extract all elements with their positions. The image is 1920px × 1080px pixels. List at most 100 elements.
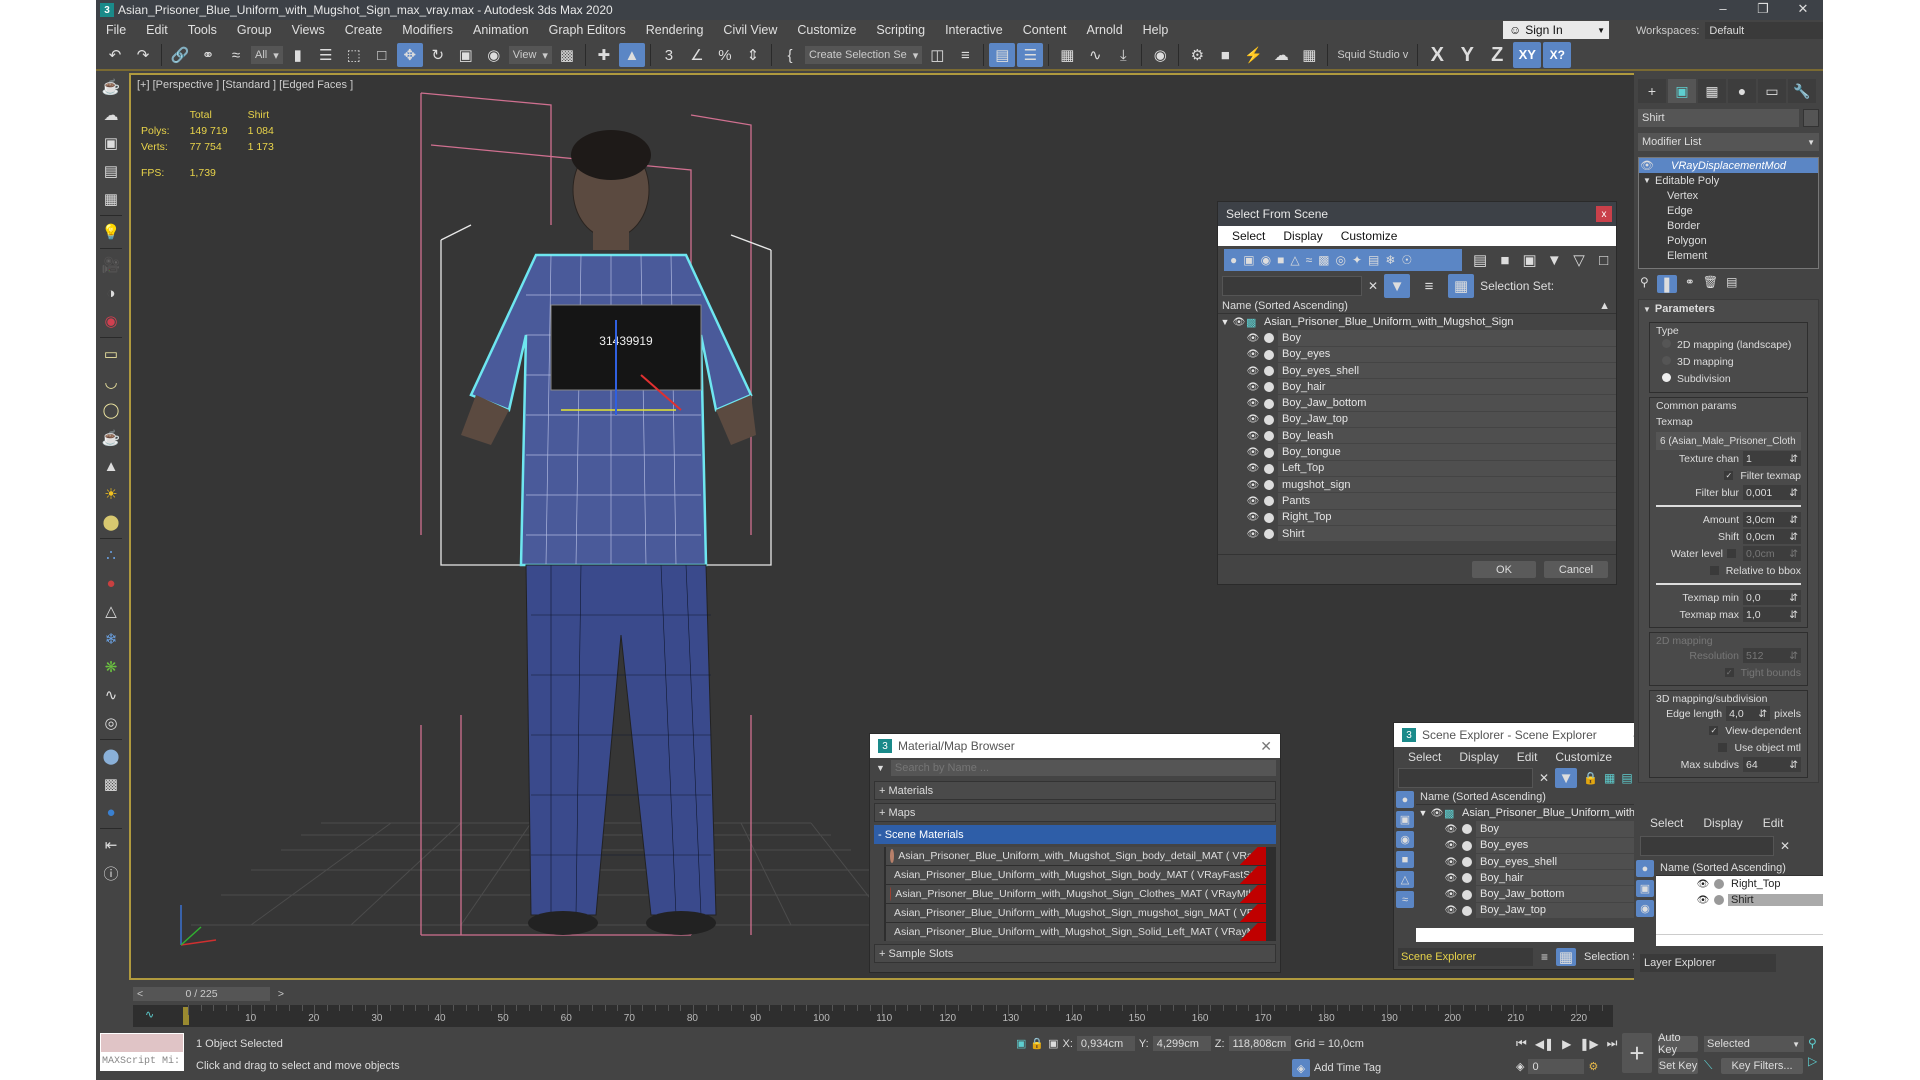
metaball-icon[interactable]: ● [96, 569, 126, 597]
light-lister-icon[interactable]: 💡 [96, 218, 126, 246]
menu-group[interactable]: Group [227, 23, 282, 37]
go-to-end-icon[interactable]: ⏭ [1607, 1036, 1618, 1051]
angle-snap-icon[interactable]: ∠ [684, 43, 710, 67]
menu-customize[interactable]: Customize [1341, 229, 1398, 243]
visibility-dot-icon[interactable] [1264, 447, 1274, 458]
dome-icon[interactable]: ◡ [96, 368, 126, 396]
search-options-icon[interactable]: ▼ [876, 763, 885, 773]
eye-icon[interactable]: 👁 [1246, 496, 1260, 507]
visibility-dot-icon[interactable] [1264, 398, 1274, 409]
scene-explorer-find-input[interactable] [1398, 768, 1533, 788]
display-invert-icon[interactable]: ▣ [1517, 248, 1542, 272]
workspaces-dropdown[interactable]: Default ▼ [1705, 22, 1823, 39]
menu-graph-editors[interactable]: Graph Editors [539, 23, 636, 37]
display-tab-icon[interactable]: ▭ [1758, 79, 1786, 103]
minimize-button[interactable]: – [1703, 0, 1743, 20]
percent-snap-icon[interactable]: % [712, 43, 738, 67]
select-from-scene-titlebar[interactable]: Select From Scene x [1218, 202, 1616, 226]
expand-icon[interactable]: ▼ [1639, 176, 1655, 185]
dome-light-icon[interactable]: ◑ [96, 279, 126, 307]
time-config-icon[interactable]: ◈ [1516, 1060, 1524, 1073]
layer-explorer-dropdown[interactable]: Layer Explorer [1640, 954, 1776, 972]
hidden-filter-icon[interactable]: ☉ [1401, 253, 1412, 267]
shapes-filter-icon[interactable]: ▣ [1636, 880, 1654, 897]
hierarchy-collapse-icon[interactable]: ▤ [1621, 771, 1632, 785]
configure-modifier-sets-icon[interactable]: ▤ [1726, 275, 1737, 293]
spacewarps-filter-icon[interactable]: ≈ [1396, 891, 1414, 908]
sphere-light-icon[interactable]: ⬤ [96, 508, 126, 536]
menu-select[interactable]: Select [1650, 816, 1683, 830]
eye-icon[interactable]: 👁 [1232, 317, 1246, 328]
tree-item[interactable]: 👁 Right_Top [1218, 509, 1616, 526]
menu-display[interactable]: Display [1703, 816, 1742, 830]
eye-icon[interactable]: 👁 [1639, 159, 1655, 172]
eye-icon[interactable]: 👁 [1246, 447, 1260, 458]
menu-create[interactable]: Create [335, 23, 393, 37]
visibility-dot-icon[interactable] [1264, 431, 1274, 442]
edge-length-spinner[interactable]: 4,0 ⇵ [1726, 706, 1771, 721]
amount-spinner[interactable]: 3,0cm ⇵ [1743, 512, 1801, 527]
redo-icon[interactable]: ↷ [130, 43, 156, 67]
y-coordinate-field[interactable]: 4,299cm [1152, 1036, 1211, 1051]
key-filters-button[interactable]: Key Filters... [1721, 1058, 1803, 1074]
eye-icon[interactable]: 👁 [1246, 463, 1260, 474]
shell-icon[interactable]: ◎ [96, 709, 126, 737]
rendered-frame-window-icon[interactable]: ■ [1212, 43, 1238, 67]
layer-item[interactable]: 👁 Right_Top [1696, 876, 1823, 892]
xrefs-filter-icon[interactable]: ◎ [1336, 253, 1346, 267]
select-rotate-icon[interactable]: ↻ [425, 43, 451, 67]
close-icon[interactable]: x [1596, 206, 1612, 222]
menu-civil-view[interactable]: Civil View [713, 23, 787, 37]
teapot-mesh-icon[interactable]: ☕ [96, 424, 126, 452]
select-by-name-icon[interactable]: ☰ [313, 43, 339, 67]
previous-key-icon[interactable]: ◀❚ [1535, 1037, 1554, 1051]
cameras-filter-icon[interactable]: ■ [1396, 851, 1414, 868]
camera-sequencer-icon[interactable]: ◉ [96, 307, 126, 335]
previous-frame-icon[interactable]: < [137, 988, 143, 1000]
maxscript-mini-listener[interactable]: MAXScript Mi: [100, 1053, 184, 1071]
auto-key-button[interactable]: Auto Key [1658, 1032, 1698, 1056]
material-item[interactable]: Asian_Prisoner_Blue_Uniform_with_Mugshot… [886, 866, 1266, 884]
eye-icon[interactable]: 👁 [1696, 879, 1710, 890]
groups-filter-icon[interactable]: ▩ [1318, 253, 1329, 267]
layers-icon[interactable]: ≡ [1416, 274, 1442, 298]
material-browser-titlebar[interactable]: 3 Material/Map Browser ✕ [870, 734, 1280, 758]
select-object-icon[interactable]: ▮ [285, 43, 311, 67]
type-radio-subdivision[interactable]: Subdivision [1662, 371, 1801, 388]
tree-item[interactable]: 👁 Boy [1218, 330, 1616, 347]
tree-item[interactable]: 👁 Boy_leash [1218, 428, 1616, 445]
hierarchy-tab-icon[interactable]: ▦ [1698, 79, 1726, 103]
panel-icon[interactable]: ▤ [96, 157, 126, 185]
eye-icon[interactable]: 👁 [1444, 889, 1458, 900]
tree-item[interactable]: 👁 Boy_eyes [1218, 346, 1616, 363]
x-coordinate-field[interactable]: 0,934cm [1076, 1036, 1135, 1051]
hierarchy-icon[interactable]: ▦ [1556, 948, 1577, 966]
subobject-level[interactable]: Edge [1639, 203, 1818, 218]
add-time-tag-button[interactable]: Add Time Tag [1314, 1062, 1381, 1074]
render-window-icon[interactable]: ▣ [96, 129, 126, 157]
select-scale-icon[interactable]: ▣ [453, 43, 479, 67]
ref-coord-dropdown[interactable]: View ▾ [508, 46, 552, 64]
filter-blur-spinner[interactable]: 0,001 ⇵ [1743, 485, 1801, 500]
window-crossing-icon[interactable]: □ [369, 43, 395, 67]
lights-filter-icon[interactable]: ◉ [1636, 900, 1654, 917]
region-render-icon[interactable]: ● [96, 798, 126, 826]
selection-filter-dropdown[interactable]: All ▾ [251, 46, 283, 64]
sphere-icon[interactable]: ⬤ [96, 742, 126, 770]
tree-item[interactable]: 👁 Boy_hair [1218, 379, 1616, 396]
name-column-header[interactable]: Name (Sorted Ascending) [1656, 860, 1823, 876]
time-configuration-icon[interactable]: ⚙ [1588, 1060, 1598, 1073]
name-column-header[interactable]: Name (Sorted Ascending) ▲ [1218, 298, 1616, 314]
create-tab-icon[interactable]: + [1638, 79, 1666, 103]
visibility-dot-icon[interactable] [1264, 414, 1274, 425]
undo-icon[interactable]: ↶ [102, 43, 128, 67]
material-item[interactable]: Asian_Prisoner_Blue_Uniform_with_Mugshot… [886, 847, 1266, 865]
workspace-user-dropdown[interactable]: Squid Studio v [1333, 46, 1412, 64]
visibility-dot-icon[interactable] [1462, 889, 1472, 900]
menu-customize[interactable]: Customize [787, 23, 866, 37]
parameters-rollout-header[interactable]: ▼ Parameters [1639, 300, 1818, 318]
ok-button[interactable]: OK [1472, 561, 1536, 578]
material-editor-icon[interactable]: ◉ [1147, 43, 1173, 67]
tree-item[interactable]: 👁 Shirt [1218, 525, 1616, 543]
current-frame-field[interactable]: 0 [1528, 1059, 1585, 1074]
